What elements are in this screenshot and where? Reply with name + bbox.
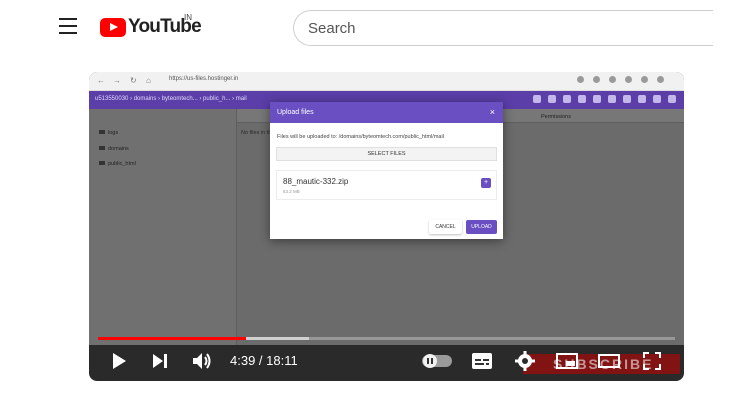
tool-icon[interactable] [668,95,676,103]
upload-button[interactable]: UPLOAD [466,220,497,234]
tree-item-public-html[interactable]: public_html [99,161,136,167]
next-icon[interactable] [152,353,168,369]
tool-icon[interactable] [593,95,601,103]
extension-icon[interactable] [641,76,648,83]
home-icon[interactable]: ⌂ [146,76,151,85]
extension-icon[interactable] [609,76,616,83]
extension-icon[interactable] [625,76,632,83]
volume-icon[interactable] [192,352,212,370]
tree-item-domains[interactable]: domains [99,146,129,152]
folder-icon [99,146,105,150]
folder-icon [99,130,105,134]
upload-destination-note: Files will be uploaded to: /domains/byte… [277,134,444,140]
forward-icon[interactable]: → [113,76,121,85]
extension-icon[interactable] [577,76,584,83]
browser-toolbar: ← → ↻ ⌂ https://us-files.hostinger.in [89,72,684,91]
tool-icon[interactable] [638,95,646,103]
cancel-button[interactable]: CANCEL [429,220,462,234]
modal-title: Upload files [277,109,314,116]
file-name: 88_mautic-332.zip [283,177,349,186]
tool-icon[interactable] [548,95,556,103]
extension-icon[interactable] [593,76,600,83]
browser-extension-icons [577,76,664,83]
hamburger-menu-icon[interactable] [59,18,77,34]
file-size: 63.2 MB [283,189,300,194]
fullscreen-icon[interactable] [643,352,661,370]
breadcrumb[interactable]: u513550030 › domains › byteomtech... › p… [95,96,247,102]
permissions-column-header[interactable]: Permissions [541,114,571,120]
time-display: 4:39 / 18:11 [230,353,298,368]
progress-bar[interactable] [98,337,675,340]
tree-item-logs[interactable]: logs [99,130,118,136]
play-icon[interactable] [111,352,127,370]
tool-icon[interactable] [608,95,616,103]
progress-played [98,337,246,340]
region-code: IN [184,13,192,22]
address-bar[interactable]: https://us-files.hostinger.in [169,76,238,82]
select-files-button[interactable]: SELECT FILES [276,147,497,161]
settings-gear-icon[interactable] [515,351,535,371]
captions-icon[interactable] [472,353,492,369]
add-file-button[interactable]: + [481,178,491,188]
autoplay-toggle-icon[interactable] [422,354,452,368]
miniplayer-icon[interactable] [556,353,578,369]
youtube-header: YouTube IN Search [0,0,736,60]
modal-header: Upload files × [270,102,503,123]
directory-tree: logs domains public_html [89,109,237,345]
youtube-play-icon [100,17,126,37]
folder-icon [99,161,105,165]
player-controls: 4:39 / 18:11 SUBSCRIBE [89,342,684,381]
search-input[interactable]: Search [293,10,713,46]
file-manager-tools [533,95,676,103]
upload-files-modal: Upload files × Files will be uploaded to… [270,102,503,239]
close-icon[interactable]: × [490,107,495,117]
back-icon[interactable]: ← [97,76,105,85]
tool-icon[interactable] [578,95,586,103]
tool-icon[interactable] [563,95,571,103]
tool-icon[interactable] [623,95,631,103]
tool-icon[interactable] [653,95,661,103]
reload-icon[interactable]: ↻ [130,76,137,85]
extension-icon[interactable] [657,76,664,83]
tool-icon[interactable] [533,95,541,103]
theater-mode-icon[interactable] [598,353,620,369]
video-player[interactable]: ← → ↻ ⌂ https://us-files.hostinger.in u5… [89,72,684,381]
file-item: 88_mautic-332.zip 63.2 MB + [276,170,497,200]
